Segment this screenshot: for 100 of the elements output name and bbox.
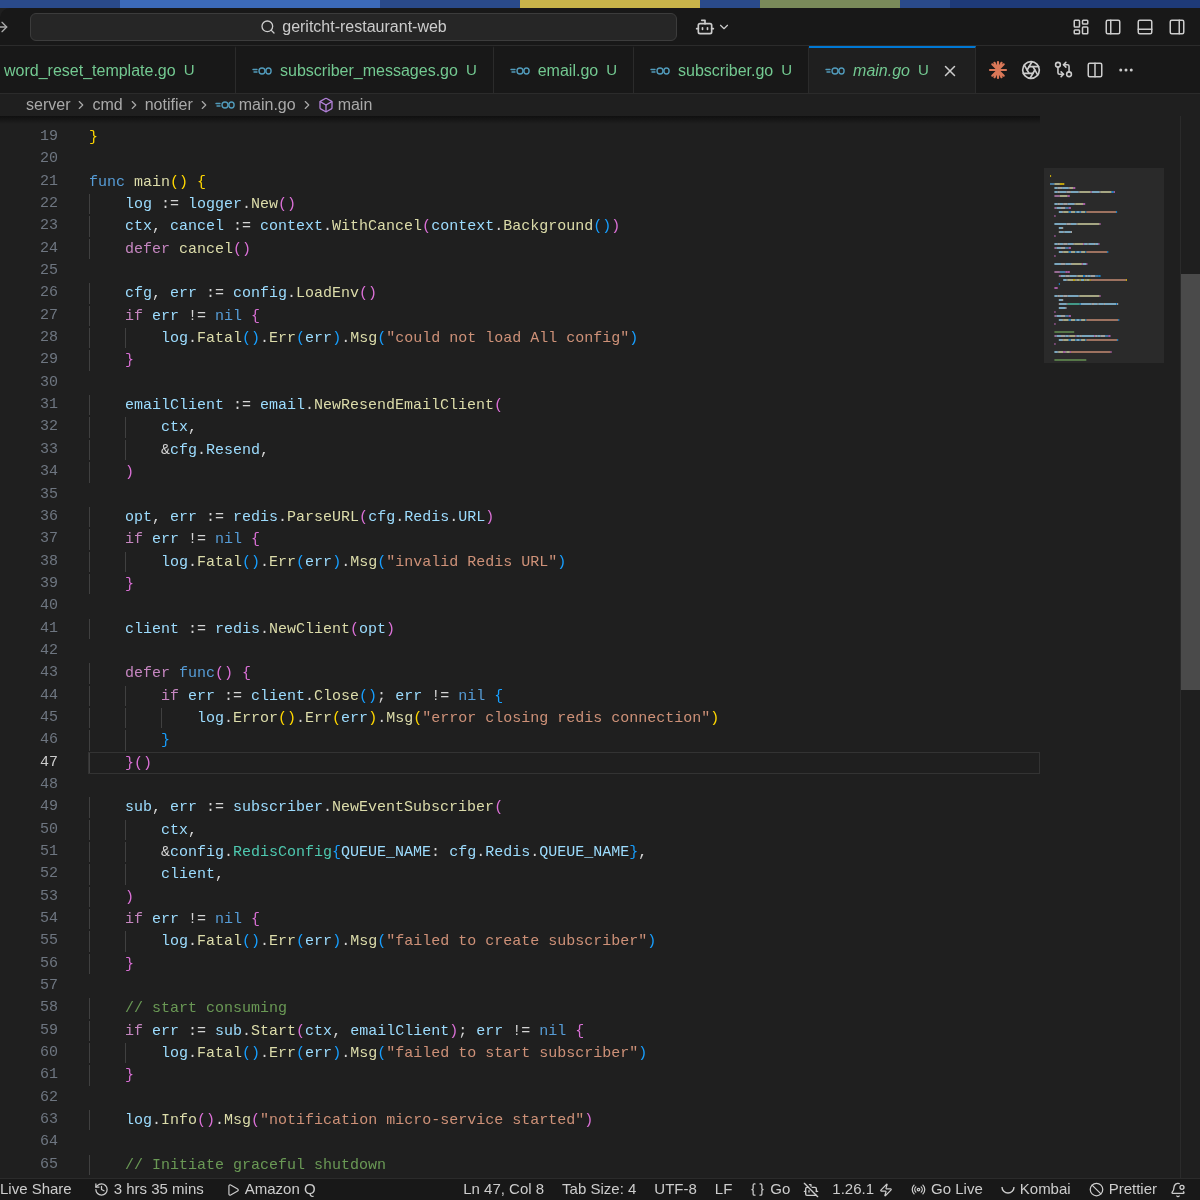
line-number: 59: [39, 1020, 58, 1041]
layout-icon[interactable]: [1072, 17, 1090, 36]
status-item[interactable]: LF: [709, 1179, 738, 1200]
line-number: 47: [39, 752, 58, 773]
line-number: 49: [39, 797, 58, 818]
status-item[interactable]: Live Share: [0, 1179, 77, 1200]
line-number: 43: [39, 663, 58, 684]
cube-icon: [317, 97, 334, 113]
editor-tab[interactable]: main.go U: [809, 46, 976, 93]
panel-right-icon[interactable]: [1168, 17, 1186, 36]
code-line: }: [88, 952, 1040, 976]
play-icon: [225, 1182, 240, 1197]
line-number: 62: [39, 1087, 58, 1108]
line-number: 54: [39, 909, 58, 930]
split-editor-icon[interactable]: [1085, 60, 1104, 79]
scrollbar-thumb[interactable]: [1181, 274, 1200, 690]
line-number: 37: [39, 529, 58, 550]
bot-off-icon: [803, 1181, 820, 1198]
code-line: if err != nil {: [88, 304, 1040, 328]
compare-icon[interactable]: [1053, 60, 1073, 79]
line-number: 34: [39, 462, 58, 483]
code-line: }: [88, 349, 1040, 372]
code-line: ctx,: [88, 416, 1040, 439]
status-item[interactable]: Go Live: [906, 1179, 988, 1200]
bell-icon[interactable]: [1170, 1181, 1186, 1198]
code-line: defer func() {: [88, 662, 1040, 685]
line-number: 29: [39, 350, 58, 371]
panel-bottom-icon[interactable]: [1136, 17, 1154, 36]
search-icon: [260, 18, 277, 35]
code-line: &config.RedisConfig{QUEUE_NAME: cfg.Redis.QUEUE_NAME},: [88, 841, 1040, 864]
broadcast-icon: [911, 1182, 927, 1197]
file-type-icon: [825, 65, 846, 76]
status-item[interactable]: Amazon Q: [220, 1179, 321, 1200]
search-field[interactable]: geritcht-restaurant-web: [30, 12, 677, 41]
line-number: 23: [39, 216, 58, 237]
line-number: 46: [39, 730, 58, 751]
code-line: if err != nil {: [88, 908, 1040, 931]
line-number: 32: [39, 417, 58, 438]
line-number: 27: [39, 305, 58, 326]
panel-left-icon[interactable]: [1104, 17, 1122, 36]
status-item[interactable]: Ln 47, Col 8: [458, 1179, 550, 1200]
line-number: 61: [39, 1065, 58, 1086]
bolt-icon: [879, 1182, 894, 1197]
code-line: log.Fatal().Err(err).Msg("invalid Redis URL"): [88, 550, 1040, 573]
line-number: 45: [39, 707, 58, 728]
code-line: emailClient := email.NewResendEmailClient(: [88, 394, 1040, 417]
breadcrumb-item[interactable]: cmd: [92, 93, 123, 117]
line-number: 36: [39, 506, 58, 527]
code-line: func main() {: [88, 172, 208, 193]
code-line: log.Fatal().Err(err).Msg("could not load All config"): [88, 327, 1040, 350]
code-line: }: [88, 729, 1040, 752]
line-number: 22: [39, 194, 58, 215]
line-number: 60: [39, 1043, 58, 1064]
breadcrumb-item[interactable]: main.go: [214, 93, 296, 117]
code-line: ): [88, 885, 1040, 909]
code-line: // start consuming: [88, 997, 1040, 1020]
clock-icon: [93, 1182, 109, 1197]
status-item[interactable]: 1.26.1: [827, 1179, 899, 1200]
line-number: 56: [39, 953, 58, 974]
line-number: 35: [39, 484, 58, 505]
line-number: 53: [39, 886, 58, 907]
line-number: 64: [39, 1132, 58, 1153]
code-line: &cfg.Resend,: [88, 438, 1040, 462]
line-number: 63: [39, 1110, 58, 1131]
code-line: sub, err := subscriber.NewEventSubscriber(: [88, 796, 1040, 819]
status-item[interactable]: Tab Size: 4: [557, 1179, 642, 1200]
breadcrumb-item[interactable]: server: [26, 93, 71, 117]
code-line: client := redis.NewClient(opt): [88, 617, 1040, 640]
status-item[interactable]: 3 hrs 35 mins: [88, 1179, 209, 1200]
line-number: 31: [39, 395, 58, 416]
code-line: if err != nil {: [88, 528, 1040, 551]
code-line: ): [88, 461, 1040, 484]
code-line: log.Error().Err(err).Msg("error closing redis connection"): [88, 706, 1040, 730]
status-item[interactable]: UTF-8: [649, 1179, 702, 1200]
line-number: 20: [39, 149, 58, 170]
line-number: 26: [39, 283, 58, 304]
status-item[interactable]: Prettier: [1083, 1179, 1162, 1200]
code-line: if err := sub.Start(ctx, emailClient); err != nil {: [88, 1019, 1040, 1043]
code-line: }: [88, 572, 1040, 596]
code-line: client,: [88, 863, 1040, 886]
line-number: 52: [39, 864, 58, 885]
line-number: 21: [39, 171, 58, 192]
line-number: 55: [39, 931, 58, 952]
file-type-icon: [650, 65, 671, 76]
line-number: 39: [39, 573, 58, 594]
line-number: 41: [39, 618, 58, 639]
file-type-icon: [252, 65, 272, 76]
code-line: if err := client.Close(); err != nil {: [88, 684, 1040, 707]
status-item[interactable]: Go: [745, 1179, 796, 1200]
code-line: }: [88, 128, 99, 148]
line-number: 57: [39, 976, 58, 997]
code-line: ctx, cancel := context.WithCancel(context.Background()): [88, 215, 1040, 238]
breadcrumb-item[interactable]: notifier: [144, 93, 193, 117]
braces-icon: [750, 1182, 766, 1197]
code-line: log.Fatal().Err(err).Msg("failed to create subscriber"): [88, 930, 1040, 953]
breadcrumb-item[interactable]: main: [317, 93, 373, 117]
status-item[interactable]: Kombai: [995, 1179, 1076, 1200]
starburst-icon[interactable]: [987, 59, 1008, 80]
line-number: 30: [39, 372, 58, 393]
code-line: log.Info().Msg("notification micro-service started"): [88, 1109, 1040, 1132]
